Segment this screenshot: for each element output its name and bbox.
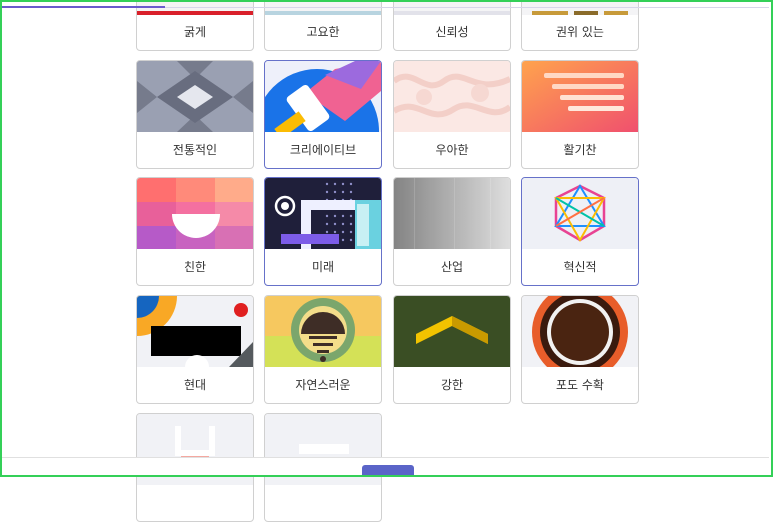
- tile-label: 굵게: [183, 25, 207, 39]
- tile-label: 고요한: [306, 25, 340, 39]
- style-tile-traditional[interactable]: 전통적인: [136, 60, 254, 169]
- thumbnail-energetic: [522, 61, 638, 132]
- thumbnail-elegant: [394, 61, 510, 132]
- tile-label: 산업: [440, 260, 464, 274]
- tile-label: 미래: [311, 260, 335, 274]
- thumbnail-future: [265, 178, 381, 249]
- tile-label: 크리에이티브: [289, 143, 357, 157]
- thumbnail-creative: [265, 61, 381, 132]
- tile-label: 활기찬: [563, 143, 597, 157]
- style-tile-energetic[interactable]: 활기찬: [521, 60, 639, 169]
- style-tile-modern[interactable]: 현대: [136, 295, 254, 404]
- tile-label: 전통적인: [172, 143, 218, 157]
- style-tile-strong[interactable]: 강한: [393, 295, 511, 404]
- thumbnail-traditional: [137, 61, 253, 132]
- style-tile-natural[interactable]: 자연스러운: [264, 295, 382, 404]
- tile-label: 자연스러운: [295, 378, 351, 392]
- style-tile-future[interactable]: 미래: [264, 177, 382, 286]
- thumbnail-innovative: [522, 178, 638, 249]
- tile-label: 포도 수확: [556, 378, 604, 392]
- next-button[interactable]: [362, 465, 414, 477]
- thumbnail-industrial: [394, 178, 510, 249]
- tile-label: 신뢰성: [435, 25, 469, 39]
- thumbnail-vineyard: [522, 296, 638, 367]
- tile-label: 친한: [183, 260, 207, 274]
- tile-label: 우아한: [435, 143, 469, 157]
- thumbnail-natural: [265, 296, 381, 367]
- thumbnail-friendly: [137, 178, 253, 249]
- style-tile-elegant[interactable]: 우아한: [393, 60, 511, 169]
- tile-label: 현대: [183, 378, 207, 392]
- style-tile-vineyard[interactable]: 포도 수확: [521, 295, 639, 404]
- tile-label: 권위 있는: [556, 25, 604, 39]
- tile-label: 강한: [440, 378, 464, 392]
- style-tile-industrial[interactable]: 산업: [393, 177, 511, 286]
- thumbnail-strong: [394, 296, 510, 367]
- window-frame: [0, 0, 773, 477]
- style-tile-creative[interactable]: 크리에이티브: [264, 60, 382, 169]
- progress-bar: [2, 6, 165, 8]
- thumbnail-modern: [137, 296, 253, 367]
- tile-label: 혁신적: [563, 260, 597, 274]
- style-tile-innovative[interactable]: 혁신적: [521, 177, 639, 286]
- style-tile-friendly[interactable]: 친한: [136, 177, 254, 286]
